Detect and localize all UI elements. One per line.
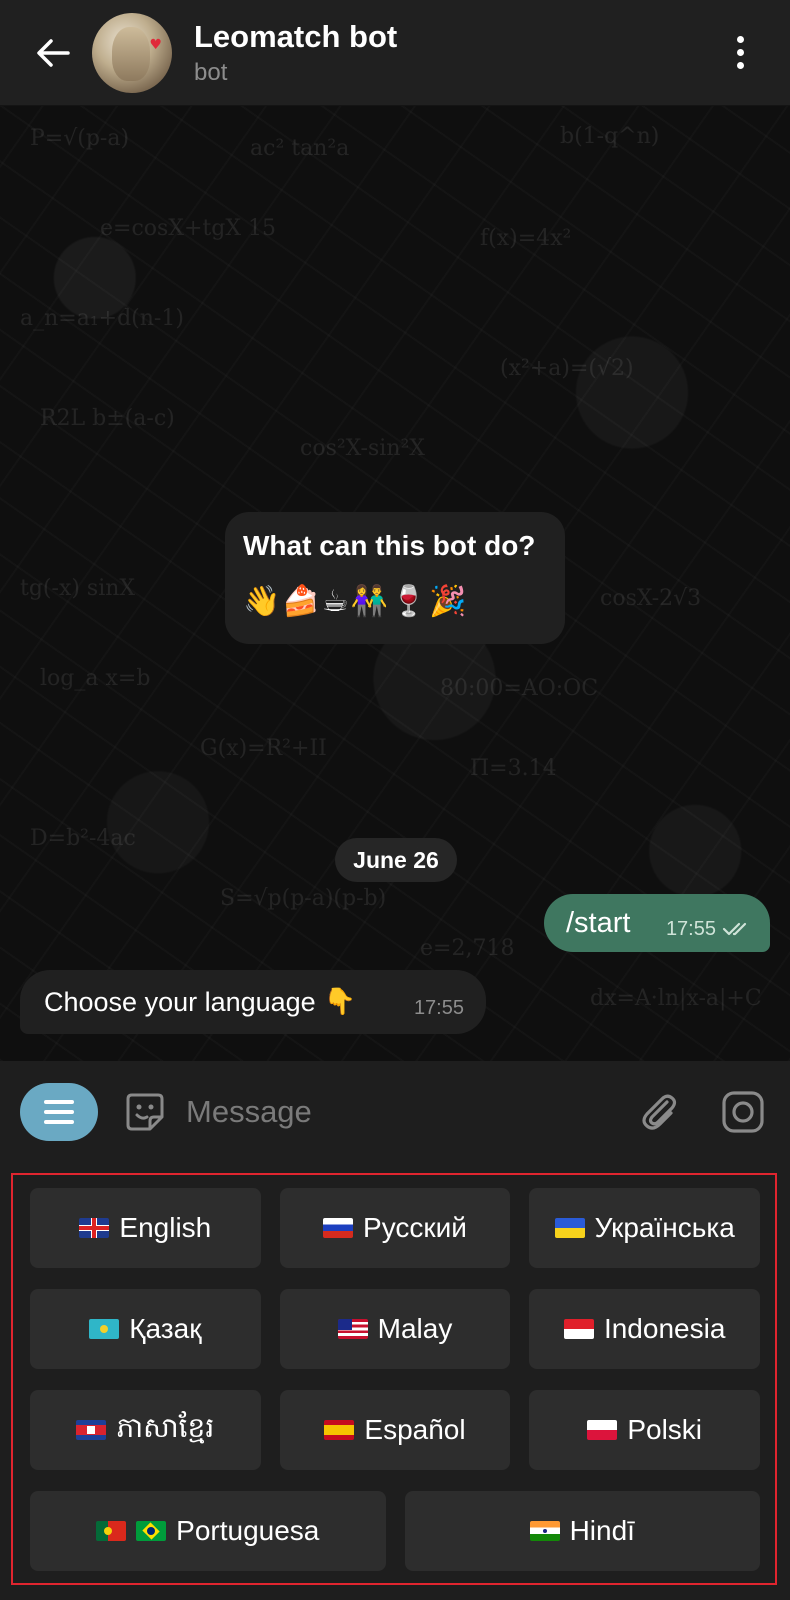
language-button-spanish[interactable]: Español xyxy=(279,1390,511,1470)
cambodia-flag-icon xyxy=(76,1420,107,1440)
back-button[interactable] xyxy=(28,28,78,78)
sticker-button[interactable] xyxy=(120,1087,170,1137)
uk-flag-icon xyxy=(79,1218,110,1238)
message-composer xyxy=(0,1061,790,1163)
paperclip-icon xyxy=(642,1094,677,1130)
russia-flag-icon xyxy=(323,1218,354,1238)
india-flag-icon xyxy=(529,1521,560,1541)
language-keyboard: English Русский Українська Қазақ Malay I… xyxy=(11,1173,777,1585)
menu-icon xyxy=(44,1100,74,1104)
language-button-khmer[interactable]: ភាសាខ្មែរ xyxy=(30,1390,261,1470)
brazil-flag-icon xyxy=(136,1521,167,1541)
language-button-portuguese[interactable]: Portuguesa xyxy=(30,1491,386,1571)
poland-flag-icon xyxy=(587,1420,618,1440)
language-button-russian[interactable]: Русский xyxy=(279,1188,511,1268)
camera-icon xyxy=(722,1091,764,1133)
indonesia-flag-icon xyxy=(563,1319,594,1339)
language-label: English xyxy=(119,1212,212,1243)
message-input[interactable] xyxy=(184,1086,634,1138)
message-meta: 17:55 xyxy=(666,918,752,941)
spain-flag-icon xyxy=(324,1420,355,1440)
language-label: ភាសាខ្មែរ xyxy=(116,1411,215,1443)
message-text: /start xyxy=(566,906,631,939)
intro-title: What can this bot do? xyxy=(243,530,536,561)
language-button-kazakh[interactable]: Қазақ xyxy=(30,1289,261,1369)
language-label: Español xyxy=(364,1414,466,1445)
date-separator: June 26 xyxy=(335,838,457,882)
pointing-down-emoji: 👇 xyxy=(323,987,357,1017)
double-check-icon xyxy=(722,922,747,936)
language-button-hindi[interactable]: Hindī xyxy=(404,1491,760,1571)
language-button-english[interactable]: English xyxy=(30,1188,261,1268)
more-options-button[interactable] xyxy=(720,23,760,83)
portugal-flag-icon xyxy=(96,1521,127,1541)
incoming-message[interactable]: Choose your language 👇 17:55 xyxy=(20,970,486,1034)
kazakhstan-flag-icon xyxy=(89,1319,120,1339)
message-time: 17:55 xyxy=(413,996,464,1019)
malaysia-flag-icon xyxy=(337,1319,368,1339)
language-label: Hindī xyxy=(569,1515,635,1546)
language-button-indonesian[interactable]: Indonesia xyxy=(529,1289,761,1369)
chat-area[interactable]: P=√(p-a) ac² tan²a b(1-q^n) e=cosX+tgX 1… xyxy=(0,106,790,1061)
ukraine-flag-icon xyxy=(554,1218,585,1238)
language-label: Malay xyxy=(377,1313,453,1344)
bot-intro-card: What can this bot do? 👋🍰☕👫🍷🎉 xyxy=(225,512,565,644)
keyboard-row: Portuguesa Hindī xyxy=(30,1491,760,1571)
language-button-ukrainian[interactable]: Українська xyxy=(529,1188,761,1268)
sticker-icon xyxy=(126,1093,164,1131)
avatar[interactable]: ♥ xyxy=(92,12,172,93)
intro-emoji: 👋🍰☕👫🍷🎉 xyxy=(243,584,469,619)
language-label: Indonesia xyxy=(603,1313,726,1344)
keyboard-row: English Русский Українська xyxy=(30,1188,761,1268)
language-label: Portuguesa xyxy=(176,1515,320,1546)
language-button-malay[interactable]: Malay xyxy=(279,1289,511,1369)
language-button-polish[interactable]: Polski xyxy=(529,1390,761,1470)
language-label: Polski xyxy=(627,1414,703,1445)
outgoing-message[interactable]: /start 17:55 xyxy=(544,894,770,952)
language-label: Українська xyxy=(594,1212,735,1243)
keyboard-row: ភាសាខ្មែរ Español Polski xyxy=(30,1390,761,1470)
chat-subtitle: bot xyxy=(194,58,228,86)
language-label: Русский xyxy=(363,1212,467,1243)
bot-menu-button[interactable] xyxy=(20,1083,98,1141)
more-vertical-icon xyxy=(736,36,744,43)
chat-header: ♥ Leomatch bot bot xyxy=(0,0,790,106)
back-arrow-icon xyxy=(37,38,70,67)
camera-button[interactable] xyxy=(718,1087,768,1137)
chat-title: Leomatch bot xyxy=(194,18,398,54)
attach-button[interactable] xyxy=(634,1087,684,1137)
keyboard-row: Қазақ Malay Indonesia xyxy=(30,1289,761,1369)
message-time: 17:55 xyxy=(665,917,716,940)
language-label: Қазақ xyxy=(129,1313,202,1344)
chat-title-block[interactable]: Leomatch bot bot xyxy=(194,19,720,87)
message-text: Choose your language xyxy=(44,986,316,1017)
